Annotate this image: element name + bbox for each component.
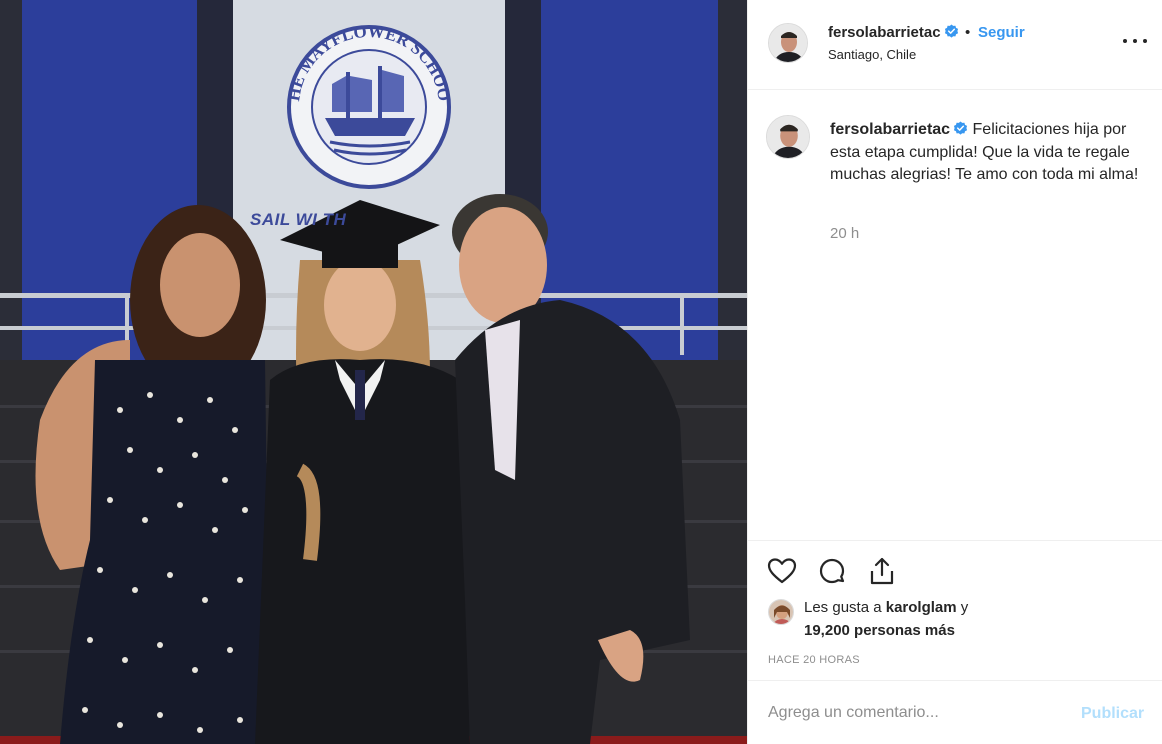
comment-input[interactable] <box>768 701 1058 725</box>
likes-conjunction: y <box>960 599 969 616</box>
post-actions: Les gusta a karolglam y 19,200 personas … <box>748 540 1162 680</box>
liker-avatar[interactable] <box>768 599 794 625</box>
publish-button[interactable]: Publicar <box>1081 705 1144 723</box>
likes-count[interactable]: 19,200 personas más <box>804 622 955 639</box>
follow-button[interactable]: Seguir <box>978 24 1025 41</box>
author-username[interactable]: fersolabarrietac <box>828 24 959 41</box>
likes-prefix: Les gusta a <box>804 599 882 616</box>
post-header: fersolabarrietac • Seguir Santiago, Chil… <box>748 0 1162 90</box>
post-photo[interactable]: THE MAYFLOWER SCHOOL SAIL WI TH <box>0 0 747 744</box>
caption-username[interactable]: fersolabarrietac <box>830 121 950 138</box>
post-timestamp[interactable]: HACE 20 HORAS <box>768 654 860 666</box>
more-options-icon[interactable] <box>1123 35 1147 47</box>
post-caption: fersolabarrietac Felicitaciones hija por… <box>830 119 1140 187</box>
verified-badge-icon <box>954 121 968 135</box>
header-separator: • <box>965 24 971 41</box>
comments-section: fersolabarrietac Felicitaciones hija por… <box>748 91 1162 540</box>
banner-motto: SAIL WI TH <box>250 210 347 229</box>
avatar-image <box>769 600 793 624</box>
likes-line: Les gusta a karolglam y <box>804 599 968 616</box>
heart-icon[interactable] <box>766 555 798 587</box>
avatar-image <box>769 24 807 62</box>
avatar-image <box>767 116 809 158</box>
caption-time[interactable]: 20 h <box>830 225 859 242</box>
caption-author-avatar[interactable] <box>766 115 810 159</box>
add-comment-bar: Publicar <box>748 680 1162 744</box>
comment-bubble-icon[interactable] <box>816 555 848 587</box>
photo-illustration: THE MAYFLOWER SCHOOL <box>0 0 747 744</box>
post-location[interactable]: Santiago, Chile <box>828 47 916 62</box>
post-side-panel: fersolabarrietac • Seguir Santiago, Chil… <box>747 0 1162 744</box>
verified-badge-icon <box>944 24 958 38</box>
share-icon[interactable] <box>866 555 898 587</box>
instagram-post: THE MAYFLOWER SCHOOL SAIL WI TH fersolab… <box>0 0 1162 744</box>
author-avatar[interactable] <box>768 23 808 63</box>
liker-username[interactable]: karolglam <box>886 599 957 616</box>
author-username-text[interactable]: fersolabarrietac <box>828 24 941 41</box>
